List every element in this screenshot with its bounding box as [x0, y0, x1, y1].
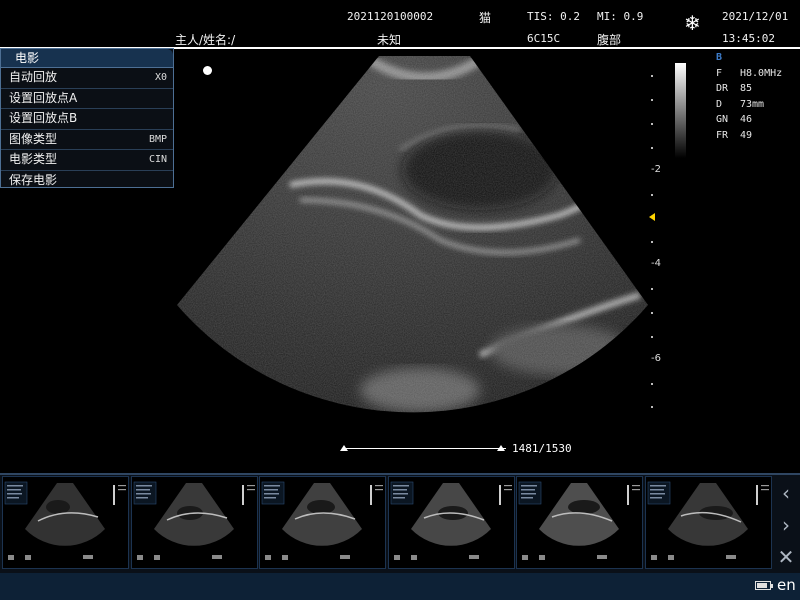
- chevron-right-icon[interactable]: ›: [776, 514, 796, 536]
- scale-tick: [651, 147, 653, 149]
- grayscale-bar: [675, 63, 686, 158]
- param-row: FR 49: [716, 129, 753, 141]
- depth-label: -2: [651, 164, 661, 175]
- scale-tick: [651, 383, 653, 385]
- scale-tick: [651, 312, 653, 314]
- mode-label: B: [716, 52, 723, 63]
- cine-thumbnail[interactable]: [387, 476, 515, 569]
- depth-label: -4: [651, 258, 661, 269]
- param-row: DR 85: [716, 83, 753, 94]
- param-row: D 73mm: [716, 98, 765, 110]
- language-indicator[interactable]: en: [777, 576, 796, 594]
- menu-item-label: 电影类型: [9, 152, 58, 167]
- chevron-left-icon[interactable]: ‹: [776, 482, 796, 504]
- cine-thumbnail[interactable]: [644, 476, 772, 569]
- cine-menu-title: 电影: [1, 49, 173, 68]
- cine-thumbnail[interactable]: [2, 476, 129, 569]
- close-icon[interactable]: ✕: [776, 546, 796, 568]
- cine-slider[interactable]: [340, 445, 506, 453]
- scale-tick: [651, 75, 653, 77]
- battery-icon: [755, 581, 773, 590]
- cine-thumbnail[interactable]: [130, 476, 258, 569]
- scale-tick: [651, 406, 653, 408]
- cine-menu: 电影 自动回放 X0 设置回放点A 设置回放点B 图像类型 BMP 电影类型 C…: [0, 48, 174, 188]
- menu-item-image-type[interactable]: 图像类型 BMP: [1, 130, 173, 151]
- menu-item-label: 设置回放点A: [9, 90, 78, 105]
- menu-item-save-cine[interactable]: 保存电影: [1, 171, 173, 191]
- orientation-marker: [203, 66, 212, 75]
- menu-item-set-point-a[interactable]: 设置回放点A: [1, 89, 173, 110]
- menu-item-label: 图像类型: [9, 131, 58, 146]
- menu-item-label: 设置回放点B: [9, 111, 78, 126]
- scale-tick: [651, 194, 653, 196]
- param-row: F H8.0MHz: [716, 67, 783, 79]
- cine-slider-track: [342, 448, 506, 449]
- menu-item-value: X0: [154, 72, 167, 83]
- menu-item-label: 自动回放: [9, 70, 58, 84]
- strip-divider: [0, 473, 800, 475]
- focus-marker[interactable]: [649, 213, 655, 221]
- menu-item-set-point-b[interactable]: 设置回放点B: [1, 109, 173, 130]
- cine-start-marker[interactable]: [340, 445, 348, 451]
- scale-tick: [651, 336, 653, 338]
- frame-counter: 1481/1530: [512, 442, 572, 455]
- menu-item-cine-type[interactable]: 电影类型 CIN: [1, 150, 173, 171]
- menu-item-value: BMP: [148, 133, 167, 145]
- scale-tick: [651, 241, 653, 243]
- scale-tick: [651, 99, 653, 101]
- scale-tick: [651, 288, 653, 290]
- param-row: GN 46: [716, 114, 753, 125]
- menu-item-auto-replay[interactable]: 自动回放 X0: [1, 68, 173, 89]
- cine-current-marker[interactable]: [496, 445, 505, 451]
- menu-item-label: 保存电影: [9, 172, 58, 187]
- menu-item-value: CIN: [148, 154, 167, 166]
- cine-thumbnail[interactable]: [259, 476, 386, 569]
- scale-tick: [651, 123, 653, 125]
- imaging-params: B F H8.0MHz DR 85 D 73mm GN 46 FR 49: [716, 50, 782, 143]
- depth-label: -6: [651, 353, 661, 364]
- status-bar: [0, 573, 800, 600]
- cine-thumbnail[interactable]: [516, 476, 643, 569]
